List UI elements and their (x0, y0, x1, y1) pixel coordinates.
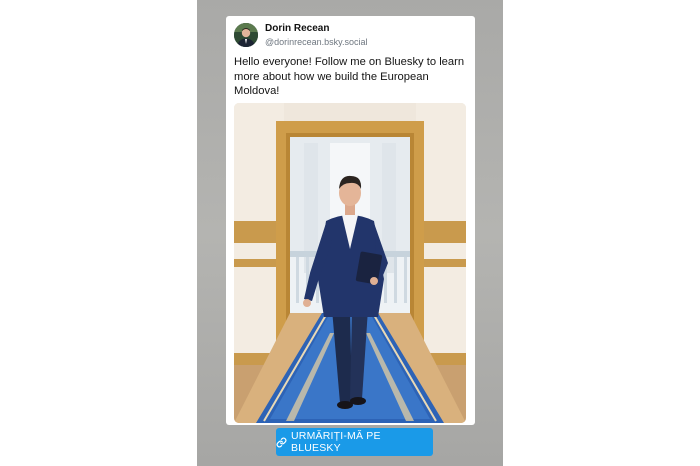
bluesky-post-card[interactable]: Dorin Recean @dorinrecean.bsky.social He… (226, 16, 475, 425)
link-icon (276, 437, 287, 448)
post-text: Hello everyone! Follow me on Bluesky to … (234, 56, 465, 97)
author-name[interactable]: Dorin Recean (265, 23, 329, 34)
follow-on-bluesky-button[interactable]: URMĂRIȚI-MĂ PE BLUESKY (276, 428, 433, 456)
post-photo[interactable] (234, 103, 466, 423)
author-avatar[interactable] (234, 23, 258, 47)
follow-button-label: URMĂRIȚI-MĂ PE BLUESKY (291, 430, 381, 454)
author-handle[interactable]: @dorinrecean.bsky.social (265, 37, 368, 47)
